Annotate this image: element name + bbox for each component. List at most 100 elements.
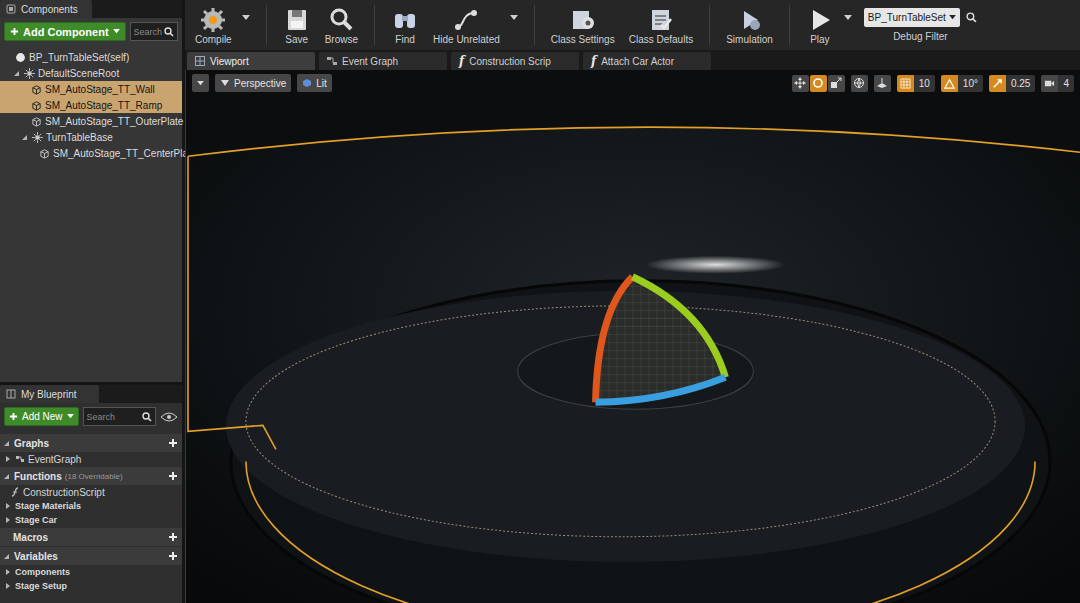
transform-tool[interactable]	[828, 75, 845, 92]
add-component-button[interactable]: Add Component	[4, 22, 126, 41]
expander-icon[interactable]	[6, 517, 10, 523]
book-icon	[6, 389, 16, 399]
viewport-options-button[interactable]	[192, 74, 209, 92]
toolbar-button[interactable]: Class Defaults	[623, 4, 699, 47]
toolbar-button[interactable]: Compile	[189, 4, 238, 47]
tree-row[interactable]: SM_AutoStage_TT_CenterPla	[0, 145, 182, 161]
snap-control[interactable]: 0.25	[989, 75, 1035, 92]
caret-icon	[113, 29, 120, 34]
section-header[interactable]: Graphs	[0, 434, 182, 452]
snap-control[interactable]: 10	[897, 75, 935, 92]
tree-row[interactable]: TurnTableBase	[0, 129, 182, 145]
section-item[interactable]: Stage Materials	[0, 499, 182, 513]
editor-tab[interactable]: Event Graph	[319, 52, 447, 70]
add-icon[interactable]	[168, 532, 178, 542]
toolbar-button[interactable]: Save	[277, 4, 317, 47]
plus-icon	[10, 27, 19, 36]
expander-icon[interactable]	[4, 554, 9, 559]
blueprint-section: GraphsEventGraph	[0, 434, 182, 466]
section-header[interactable]: Macros	[0, 528, 182, 546]
globe-icon	[853, 77, 865, 89]
dropdown-caret-icon[interactable]	[242, 15, 250, 21]
dropdown-caret-icon[interactable]	[510, 15, 518, 21]
magnifier-icon	[164, 27, 174, 37]
graph-icon	[327, 56, 337, 66]
expander-icon[interactable]	[6, 583, 10, 589]
section-item[interactable]: Stage Car	[0, 513, 182, 527]
toolbar-button[interactable]: Hide Unrelated	[427, 4, 506, 47]
caret-icon	[197, 81, 204, 86]
toolbar-icon	[327, 6, 355, 34]
view-mode-button[interactable]: Perspective	[215, 74, 291, 92]
tree-row[interactable]: DefaultSceneRoot	[0, 65, 182, 81]
surface-snap-button[interactable]	[874, 75, 891, 92]
add-new-button[interactable]: Add New	[4, 407, 79, 426]
expander-icon[interactable]	[6, 569, 10, 575]
viewport[interactable]: Perspective Lit 10 10° 0.25 4	[185, 70, 1080, 603]
my-blueprint-search[interactable]: Search	[83, 407, 156, 426]
components-icon	[6, 4, 16, 14]
lit-icon	[302, 78, 312, 88]
section-item[interactable]: ConstructionScript	[0, 485, 182, 499]
tree-row[interactable]: SM_AutoStage_TT_Wall	[0, 81, 182, 97]
add-icon[interactable]	[168, 551, 178, 561]
panel-tabbar: Components	[0, 0, 182, 18]
blueprint-editor: ComponentsAdd ComponentSearchBP_TurnTabl…	[0, 0, 1080, 603]
expander-icon[interactable]	[4, 534, 8, 540]
toolbar-icon	[569, 6, 597, 34]
toolbar-separator	[534, 5, 535, 45]
caret-icon	[67, 414, 74, 419]
section-header[interactable]: Functions(18 Overridable)	[0, 467, 182, 485]
expander-icon[interactable]	[6, 456, 10, 462]
component-tree: BP_TurnTableSet(self)DefaultSceneRootSM_…	[0, 45, 182, 165]
editor-tabs: ViewportEvent GraphfConstruction ScripfA…	[185, 50, 1080, 70]
my-blueprint-tab[interactable]: My Blueprint	[0, 385, 99, 403]
mesh-icon	[31, 116, 42, 127]
toolbar-icon	[283, 6, 311, 34]
grid-snap-icon	[900, 78, 911, 89]
tree-row[interactable]: SM_AutoStage_TT_OuterPlate	[0, 113, 182, 129]
components-search[interactable]: Search	[130, 22, 178, 41]
toolbar-button[interactable]: Browse	[319, 4, 364, 47]
world-space-button[interactable]	[851, 75, 868, 92]
components-toolbar: Add ComponentSearch	[0, 18, 182, 45]
debug-filter-select[interactable]: BP_TurnTableSet	[864, 8, 960, 27]
my-blueprint-panel: My BlueprintAdd NewSearchGraphsEventGrap…	[0, 385, 182, 603]
transform-tool[interactable]	[810, 75, 827, 92]
components-tab[interactable]: Components	[0, 0, 92, 18]
scene-canvas[interactable]	[186, 70, 1080, 603]
viewport-icon	[195, 56, 205, 66]
magnifier-icon[interactable]	[966, 12, 977, 23]
panel-tabbar: My Blueprint	[0, 385, 182, 403]
expander-icon[interactable]	[6, 503, 10, 509]
tree-row[interactable]: BP_TurnTableSet(self)	[0, 49, 182, 65]
transform-tool[interactable]	[792, 75, 809, 92]
toolbar-button[interactable]: Class Settings	[545, 4, 621, 47]
toolbar-button[interactable]: Play	[800, 4, 840, 47]
section-item[interactable]: EventGraph	[0, 452, 182, 466]
expander-icon[interactable]	[4, 474, 9, 479]
expander-icon[interactable]	[14, 71, 19, 76]
editor-tab[interactable]: fConstruction Scrip	[451, 52, 579, 70]
expander-icon[interactable]	[4, 441, 9, 446]
add-icon[interactable]	[168, 438, 178, 448]
blueprint-section: VariablesComponentsStage Setup	[0, 547, 182, 593]
expander-icon[interactable]	[22, 135, 27, 140]
lighting-button[interactable]: Lit	[297, 74, 332, 92]
editor-tab[interactable]: Viewport	[187, 52, 315, 70]
eye-icon[interactable]	[160, 412, 178, 422]
editor-tab[interactable]: fAttach Car Actor	[583, 52, 711, 70]
toolbar-button[interactable]: Find	[385, 4, 425, 47]
snap-control[interactable]: 10°	[941, 75, 983, 92]
dropdown-caret-icon[interactable]	[844, 15, 852, 21]
mesh-icon	[39, 148, 50, 159]
camera-icon	[1044, 78, 1055, 89]
my-blueprint-toolbar: Add NewSearch	[0, 403, 182, 430]
camera-speed[interactable]: 4	[1041, 75, 1074, 92]
section-item[interactable]: Components	[0, 565, 182, 579]
add-icon[interactable]	[168, 471, 178, 481]
section-item[interactable]: Stage Setup	[0, 579, 182, 593]
section-header[interactable]: Variables	[0, 547, 182, 565]
tree-row[interactable]: SM_AutoStage_TT_Ramp	[0, 97, 182, 113]
toolbar-button[interactable]: Simulation	[720, 4, 779, 47]
